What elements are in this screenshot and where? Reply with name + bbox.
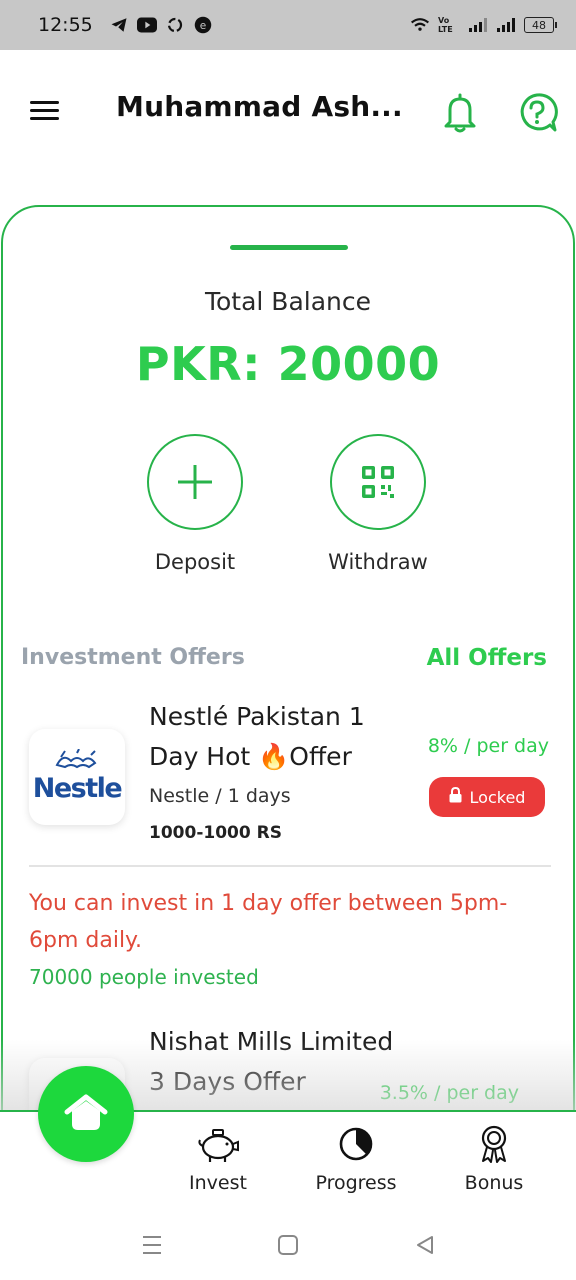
status-time: 12:55 (38, 14, 93, 36)
home-button[interactable] (38, 1066, 134, 1162)
invested-count: 70000 people invested (29, 965, 259, 989)
nav-bonus-label: Bonus (464, 1172, 524, 1194)
investment-offers-title: Investment Offers (21, 645, 245, 670)
qr-code-icon (330, 434, 426, 530)
offer-name: Nestlé Pakistan 1 Day Hot 🔥Offer (149, 702, 365, 771)
youtube-icon (136, 15, 157, 35)
battery-icon: 48 (524, 17, 557, 33)
withdraw-button[interactable]: Withdraw (303, 434, 453, 574)
signal-2-icon (496, 15, 516, 35)
nestle-logo-text: Nestle (33, 773, 122, 804)
nav-progress-label: Progress (315, 1172, 397, 1194)
wifi-icon (410, 15, 430, 35)
offer-note: You can invest in 1 day offer between 5p… (29, 891, 508, 953)
total-balance-label: Total Balance (204, 287, 372, 316)
svg-text:e: e (200, 20, 206, 32)
status-bar: 12:55 e Vo LTE 48 (0, 0, 576, 50)
withdraw-label: Withdraw (328, 550, 428, 574)
divider (29, 865, 551, 867)
screen: 12:55 e Vo LTE 48 Muhammad Ash... Total … (0, 0, 576, 1280)
home-icon (64, 1094, 108, 1130)
deposit-button[interactable]: Deposit (120, 434, 270, 574)
telegram-icon (109, 15, 129, 35)
back-triangle-icon[interactable] (410, 1232, 440, 1258)
offer-rate: 3.5% / per day (379, 1082, 519, 1104)
system-nav-bar (0, 1210, 576, 1280)
nestle-logo: Nestle (29, 729, 125, 825)
plus-icon (147, 434, 243, 530)
recents-menu-icon[interactable] (137, 1232, 167, 1258)
volte-label: Vo LTE (438, 16, 453, 34)
locked-button[interactable]: Locked (429, 777, 545, 817)
home-square-icon[interactable] (273, 1232, 303, 1258)
offers-section-header: Investment Offers All Offers (21, 645, 547, 671)
all-offers-link[interactable]: All Offers (427, 645, 547, 671)
nav-invest-label: Invest (189, 1172, 247, 1194)
page-title: Muhammad Ash... (116, 90, 403, 123)
locked-label: Locked (469, 787, 526, 807)
menu-button[interactable] (28, 98, 62, 124)
offer-meta: Nestle / 1 days (149, 785, 291, 807)
lock-icon (449, 786, 462, 807)
offer-rate: 8% / per day (427, 735, 549, 757)
piggy-bank-icon (163, 1124, 273, 1164)
recycle-icon (165, 15, 185, 35)
award-icon (439, 1124, 549, 1164)
nav-progress[interactable]: Progress (301, 1124, 411, 1194)
offer-name: Nishat Mills Limited 3 Days Offer (149, 1027, 394, 1096)
signal-1-icon (468, 15, 488, 35)
drag-handle[interactable] (230, 245, 348, 250)
nav-invest[interactable]: Invest (163, 1124, 273, 1194)
notification-icons: e (109, 15, 213, 35)
app-e-icon: e (193, 15, 213, 35)
notification-bell-icon[interactable] (440, 92, 480, 134)
app-bar: Muhammad Ash... (0, 50, 576, 170)
offer-range: 1000-1000 RS (149, 823, 282, 843)
deposit-label: Deposit (154, 550, 236, 574)
nav-bonus[interactable]: Bonus (439, 1124, 549, 1194)
total-balance-value: PKR: 20000 (135, 337, 441, 391)
pie-chart-icon (301, 1124, 411, 1164)
status-right: Vo LTE 48 (410, 15, 557, 35)
help-icon[interactable] (516, 92, 558, 134)
